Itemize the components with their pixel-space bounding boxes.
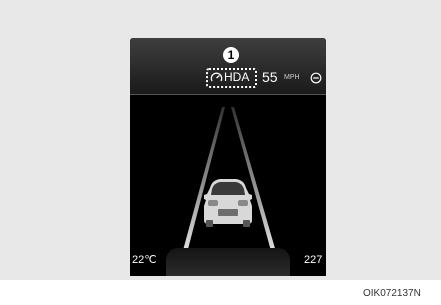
speedometer-icon	[210, 72, 223, 82]
set-speed-icon	[310, 72, 322, 84]
cluster-display: HDA 1 55 MPH 22℃ 227	[130, 38, 326, 276]
figure-code: OIK072137N	[363, 288, 421, 299]
set-speed-value: 55	[262, 69, 278, 85]
car-icon	[204, 179, 252, 227]
hda-indicator: HDA	[224, 70, 250, 84]
outside-temperature: 22℃	[132, 254, 157, 266]
speed-unit: MPH	[284, 74, 300, 81]
callout-badge: 1	[223, 47, 239, 63]
bottom-panel	[166, 248, 290, 276]
odometer: 227	[304, 254, 323, 266]
